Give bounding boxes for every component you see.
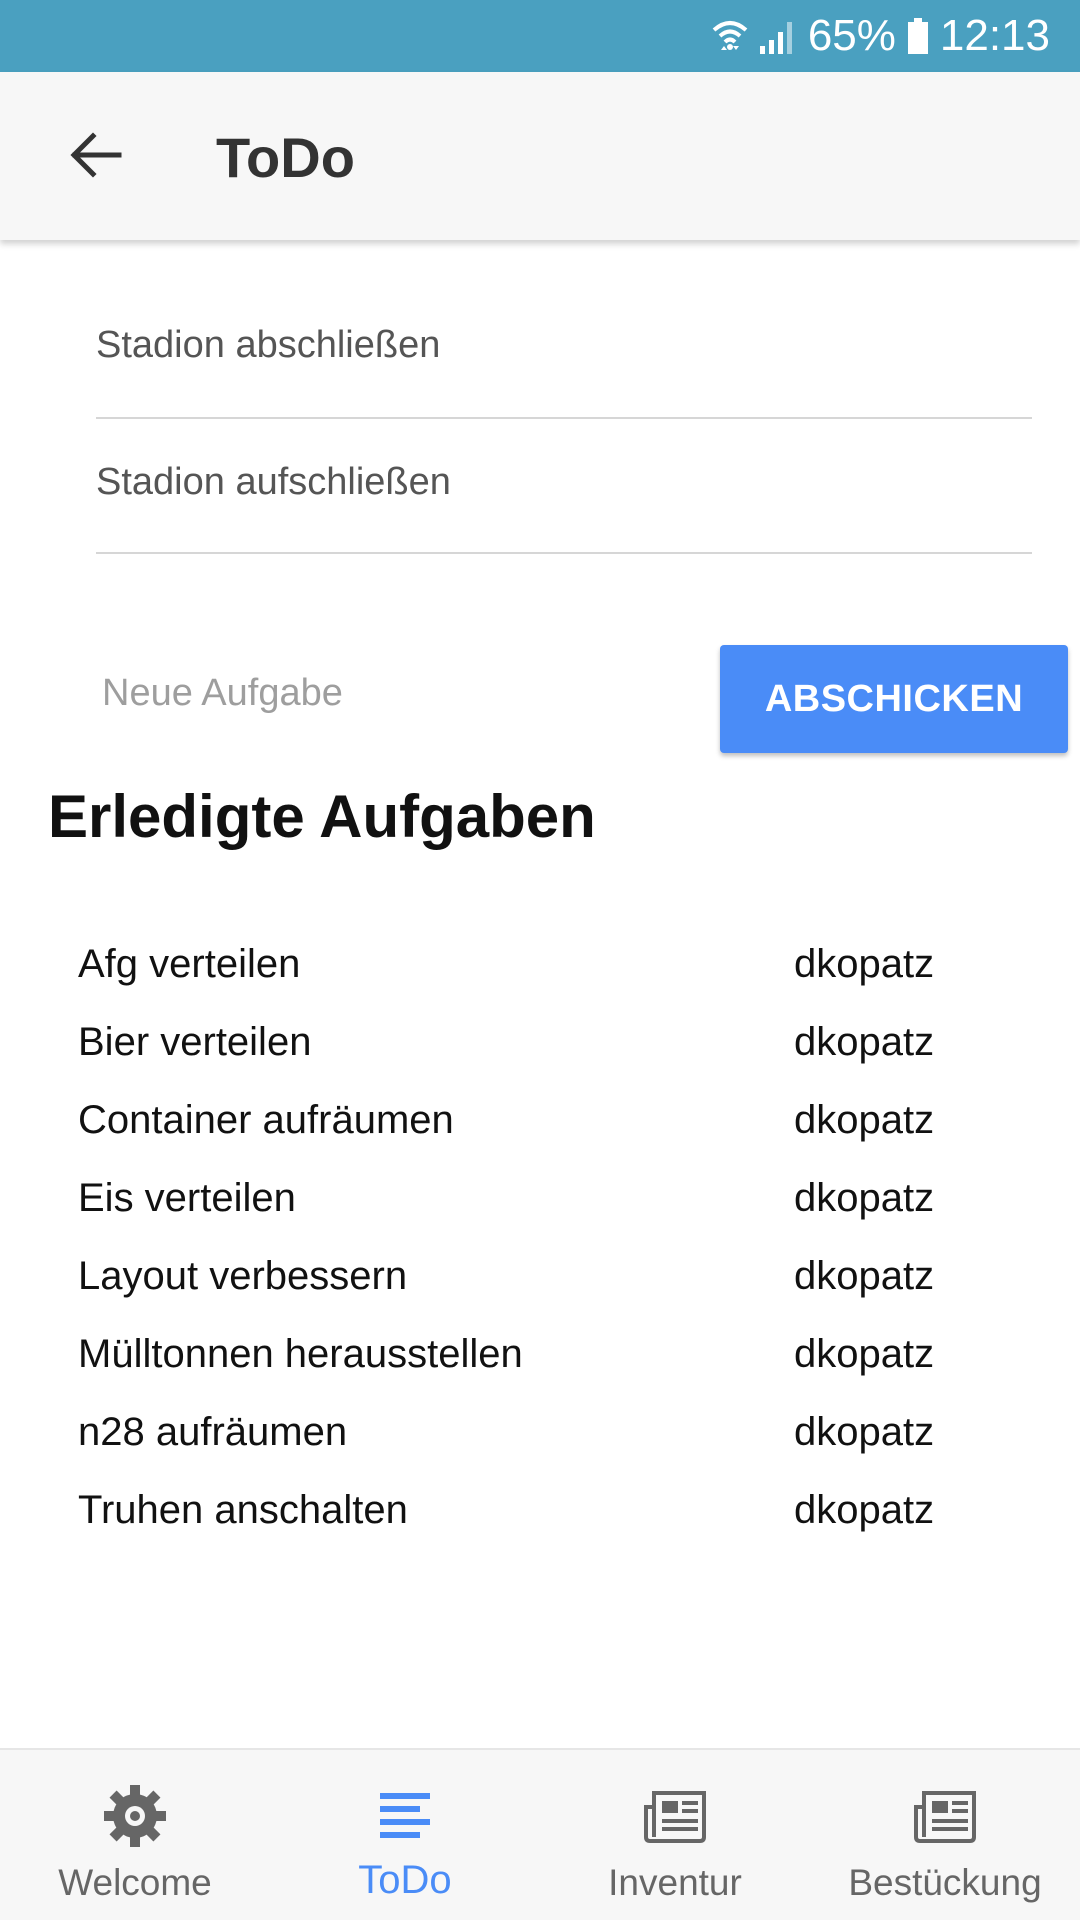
done-task-name: Mülltonnen herausstellen <box>78 1331 523 1376</box>
done-task-name: Layout verbessern <box>78 1253 408 1298</box>
nav-item-inventur[interactable]: Inventur <box>540 1750 810 1920</box>
clock: 12:13 <box>939 11 1050 60</box>
done-task-name: Afg verteilen <box>78 941 301 986</box>
arrow-left-icon <box>69 131 123 184</box>
list-icon <box>378 1782 432 1850</box>
app-bar: ToDo <box>0 72 1080 240</box>
done-task-user: dkopatz <box>794 1331 935 1376</box>
newspaper-icon <box>912 1782 978 1850</box>
table-row: n28 aufräumen dkopatz <box>78 1393 978 1471</box>
open-task-item[interactable]: Stadion aufschließen <box>96 419 1032 554</box>
done-task-name: n28 aufräumen <box>78 1409 348 1454</box>
open-task-list: Stadion abschließen Stadion aufschließen <box>96 280 1032 554</box>
nav-label: Welcome <box>58 1862 212 1903</box>
done-task-user: dkopatz <box>794 941 935 986</box>
done-tasks-heading: Erledigte Aufgaben <box>48 783 596 850</box>
nav-label: Bestückung <box>848 1862 1042 1903</box>
table-row: Layout verbessern dkopatz <box>78 1237 978 1315</box>
table-row: Truhen anschalten dkopatz <box>78 1471 978 1549</box>
page-title: ToDo <box>216 126 355 189</box>
done-tasks-table: Afg verteilen dkopatz Bier verteilen dko… <box>78 925 978 1549</box>
nav-item-bestueckung[interactable]: Bestückung <box>810 1750 1080 1920</box>
done-task-user: dkopatz <box>794 1487 935 1532</box>
done-task-user: dkopatz <box>794 1253 935 1298</box>
battery-icon <box>906 16 930 56</box>
signal-icon <box>758 16 798 56</box>
table-row: Bier verteilen dkopatz <box>78 1003 978 1081</box>
done-task-user: dkopatz <box>794 1409 935 1454</box>
done-task-name: Eis verteilen <box>78 1175 296 1220</box>
bottom-nav: Welcome ToDo Inventur Bestückung <box>0 1748 1080 1920</box>
done-task-name: Truhen anschalten <box>78 1487 408 1532</box>
open-task-item[interactable]: Stadion abschließen <box>96 280 1032 419</box>
table-row: Eis verteilen dkopatz <box>78 1159 978 1237</box>
nav-item-todo[interactable]: ToDo <box>270 1750 540 1920</box>
table-row: Afg verteilen dkopatz <box>78 925 978 1003</box>
done-task-user: dkopatz <box>794 1175 935 1220</box>
back-button[interactable] <box>56 122 136 192</box>
submit-button[interactable]: ABSCHICKEN <box>720 645 1068 753</box>
battery-percent: 65% <box>807 11 896 60</box>
done-task-user: dkopatz <box>794 1019 935 1064</box>
nav-label: ToDo <box>358 1858 452 1902</box>
newspaper-icon <box>642 1782 708 1850</box>
done-task-name: Bier verteilen <box>78 1019 312 1064</box>
wifi-icon <box>712 16 748 56</box>
done-task-user: dkopatz <box>794 1097 935 1142</box>
status-bar-right: 65% 12:13 <box>712 0 1050 72</box>
table-row: Container aufräumen dkopatz <box>78 1081 978 1159</box>
table-row: Mülltonnen herausstellen dkopatz <box>78 1315 978 1393</box>
new-task-input[interactable] <box>102 658 662 728</box>
done-task-name: Container aufräumen <box>78 1097 454 1142</box>
status-bar: 65% 12:13 <box>0 0 1080 72</box>
nav-item-welcome[interactable]: Welcome <box>0 1750 270 1920</box>
nav-label: Inventur <box>608 1862 742 1903</box>
gear-icon <box>102 1782 168 1850</box>
